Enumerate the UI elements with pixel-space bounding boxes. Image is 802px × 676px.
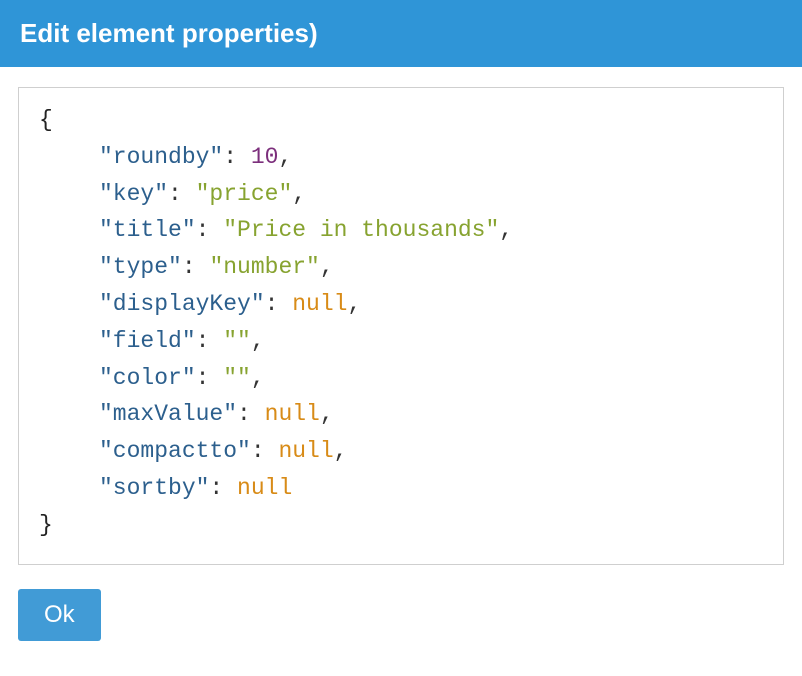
json-key: "compactto" [99,438,251,464]
json-colon: : [265,291,293,317]
json-value: "price" [196,181,293,207]
json-colon: : [223,144,251,170]
json-entry: "type": "number", [39,249,763,286]
json-value: null [278,438,333,464]
json-value: 10 [251,144,279,170]
json-comma: , [320,401,334,427]
json-comma: , [499,217,513,243]
json-key: "roundby" [99,144,223,170]
json-colon: : [237,401,265,427]
json-key: "color" [99,365,196,391]
json-key: "displayKey" [99,291,265,317]
json-comma: , [320,254,334,280]
json-colon: : [196,217,224,243]
json-entry: "title": "Price in thousands", [39,212,763,249]
json-comma: , [251,365,265,391]
json-colon: : [209,475,237,501]
json-colon: : [182,254,210,280]
ok-button[interactable]: Ok [18,589,101,641]
dialog-buttons: Ok [0,575,802,655]
json-value: "" [223,365,251,391]
json-colon: : [196,328,224,354]
json-value: null [265,401,320,427]
json-value: "Price in thousands" [223,217,499,243]
json-entry: "roundby": 10, [39,139,763,176]
dialog-body: {"roundby": 10,"key": "price","title": "… [0,67,802,575]
json-entry: "color": "", [39,360,763,397]
json-entry: "maxValue": null, [39,396,763,433]
edit-properties-dialog: Edit element properties) { "roundby": 10,… [0,0,802,655]
json-value: "number" [209,254,319,280]
json-value: null [237,475,292,501]
json-entry: "key": "price", [39,176,763,213]
json-value: null [292,291,347,317]
json-key: "field" [99,328,196,354]
json-open-brace: { [39,107,53,133]
json-entry: "sortby": null [39,470,763,507]
json-colon: : [196,365,224,391]
json-key: "maxValue" [99,401,237,427]
json-comma: , [251,328,265,354]
json-key: "title" [99,217,196,243]
json-close-brace: } [39,512,53,538]
json-entry: "compactto": null, [39,433,763,470]
json-colon: : [168,181,196,207]
json-entry: "displayKey": null, [39,286,763,323]
json-entry: "field": "", [39,323,763,360]
json-comma: , [334,438,348,464]
dialog-title: Edit element properties) [0,0,802,67]
json-colon: : [251,438,279,464]
json-editor[interactable]: {"roundby": 10,"key": "price","title": "… [18,87,784,565]
json-key: "type" [99,254,182,280]
json-key: "key" [99,181,168,207]
json-value: "" [223,328,251,354]
json-comma: , [292,181,306,207]
json-comma: , [347,291,361,317]
json-key: "sortby" [99,475,209,501]
json-comma: , [278,144,292,170]
